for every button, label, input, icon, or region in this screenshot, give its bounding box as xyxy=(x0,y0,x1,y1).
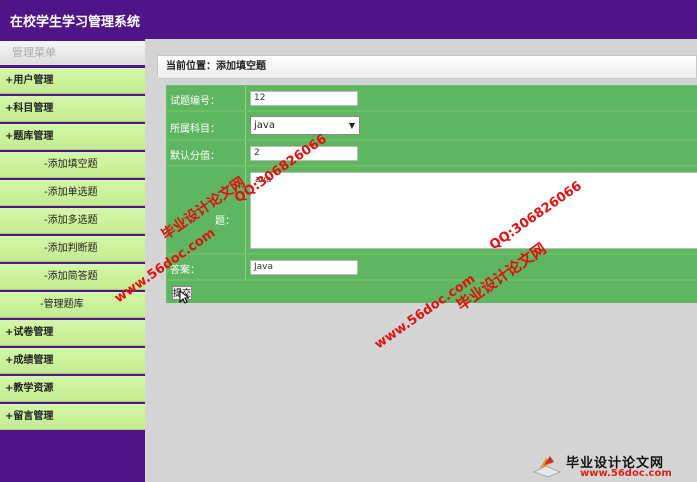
row-score: 默认分值： 2 xyxy=(167,141,697,165)
site-logo: 毕业设计论文网 www.56doc.com xyxy=(530,451,697,482)
row-question-id: 试题编号： 12 xyxy=(167,86,697,110)
menu-item-question-bank[interactable]: +题库管理 xyxy=(0,124,145,150)
app-header: 在校学生学习管理系统 xyxy=(0,0,697,39)
row-answer: 答案： Java xyxy=(167,255,697,279)
menu-item-add-true-false[interactable]: -添加判断题 xyxy=(0,236,145,262)
question-textarea[interactable]: ava xyxy=(250,172,697,249)
row-divider xyxy=(245,112,246,139)
question-id-input[interactable]: 12 xyxy=(250,91,358,106)
menu-item-grade-management[interactable]: +成绩管理 xyxy=(0,348,145,374)
question-id-label: 试题编号： xyxy=(170,96,220,107)
subject-select[interactable]: java ▼ xyxy=(250,116,360,135)
menu-item-add-fill-blank[interactable]: -添加填空题 xyxy=(0,152,145,178)
menu-item-add-multi-choice[interactable]: -添加多选题 xyxy=(0,208,145,234)
sidebar: 管理菜单 +用户管理 +科目管理 +题库管理 -添加填空题 -添加单选题 -添加… xyxy=(0,39,145,482)
main-content: 当前位置：添加填空题 试题编号： 12 所属科目： java ▼ 默认分值： 2… xyxy=(157,55,697,304)
menu-item-subject-management[interactable]: +科目管理 xyxy=(0,96,145,122)
row-divider xyxy=(245,167,246,253)
chevron-down-icon: ▼ xyxy=(348,121,355,130)
logo-url: www.56doc.com xyxy=(580,468,672,479)
subject-select-value: java xyxy=(254,120,275,131)
cursor-icon xyxy=(179,290,189,304)
question-label: 题： xyxy=(215,216,235,227)
row-divider xyxy=(245,255,246,279)
row-divider xyxy=(245,86,246,110)
menu-item-teaching-resources[interactable]: +教学资源 xyxy=(0,376,145,402)
row-divider xyxy=(245,141,246,165)
breadcrumb: 当前位置：添加填空题 xyxy=(157,55,697,79)
row-subject: 所属科目： java ▼ xyxy=(167,112,697,139)
app-title: 在校学生学习管理系统 xyxy=(10,15,141,30)
score-label: 默认分值： xyxy=(170,151,220,162)
sidebar-menu: +用户管理 +科目管理 +题库管理 -添加填空题 -添加单选题 -添加多选题 -… xyxy=(0,68,145,432)
menu-item-exam-management[interactable]: +试卷管理 xyxy=(0,320,145,346)
subject-label: 所属科目： xyxy=(170,124,220,135)
menu-item-user-management[interactable]: +用户管理 xyxy=(0,68,145,94)
row-question: 题： ava xyxy=(167,167,697,253)
menu-item-message-management[interactable]: +留言管理 xyxy=(0,404,145,430)
sidebar-header: 管理菜单 xyxy=(0,41,145,65)
answer-input[interactable]: Java xyxy=(250,260,358,275)
menu-item-add-single-choice[interactable]: -添加单选题 xyxy=(0,180,145,206)
book-logo-icon xyxy=(532,456,562,478)
